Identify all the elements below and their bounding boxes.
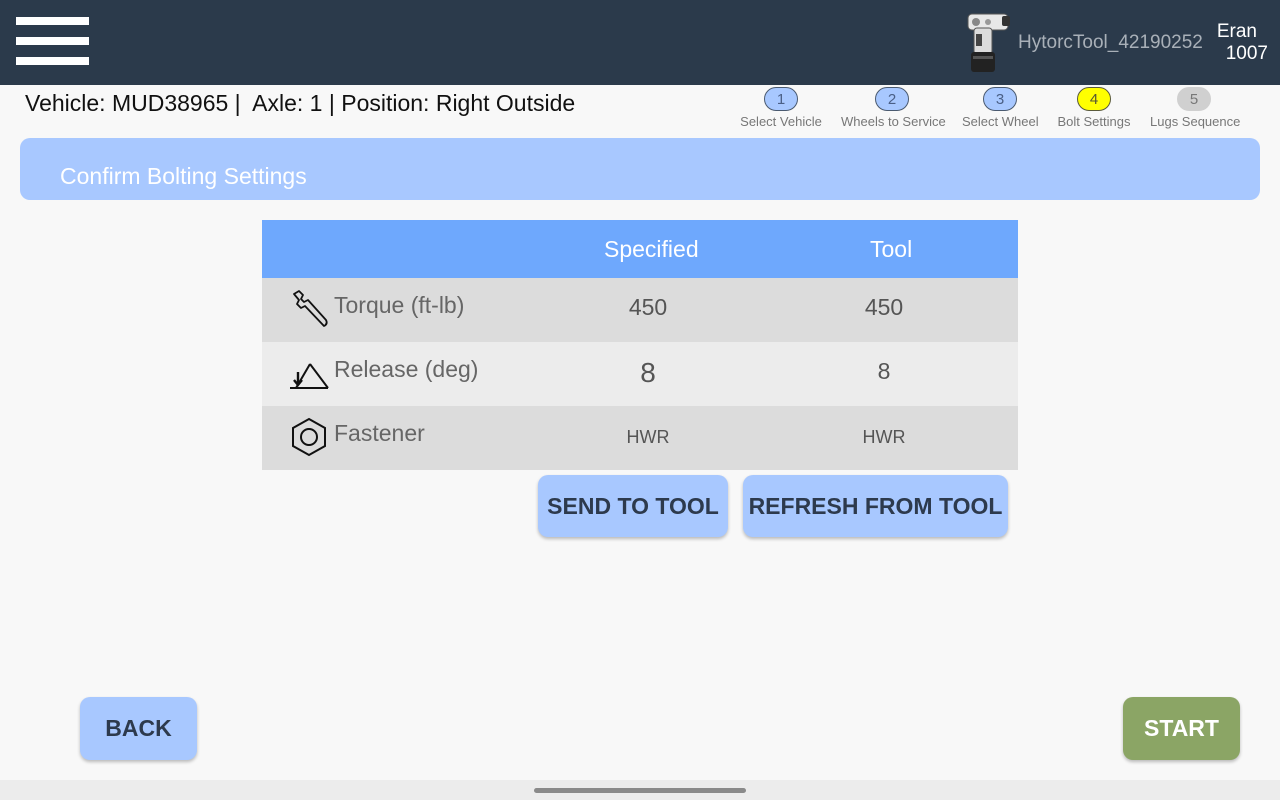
step-wheels-to-service[interactable]: 2 Wheels to Service	[841, 87, 946, 129]
user-info: Eran 1007	[1217, 21, 1268, 65]
section-title: Confirm Bolting Settings	[60, 163, 307, 189]
release-angle-icon	[290, 363, 329, 389]
top-app-bar: HytorcTool_42190252 Eran 1007	[0, 0, 1280, 85]
torque-tool-icon	[967, 13, 1010, 72]
step-number: 1	[764, 87, 798, 111]
step-lugs-sequence[interactable]: 5 Lugs Sequence	[1150, 87, 1241, 129]
column-header-specified: Specified	[604, 236, 699, 262]
step-number: 5	[1177, 87, 1211, 111]
step-select-wheel[interactable]: 3 Select Wheel	[962, 87, 1039, 129]
user-name: Eran	[1216, 21, 1257, 42]
column-header-tool: Tool	[870, 236, 913, 262]
tool-value: 8	[877, 358, 891, 384]
step-number: 3	[983, 87, 1017, 111]
send-to-tool-button[interactable]: SEND TO TOOL	[538, 475, 728, 537]
tool-value: HWR	[862, 427, 906, 447]
refresh-from-tool-button[interactable]: REFRESH FROM TOOL	[743, 475, 1008, 537]
row-label: Torque (ft-lb)	[334, 292, 465, 318]
progress-steps: 1 Select Vehicle 2 Wheels to Service 3 S…	[0, 87, 1280, 133]
step-label: Lugs Sequence	[1150, 114, 1241, 129]
section-banner: Confirm Bolting Settings	[20, 138, 1260, 200]
step-select-vehicle[interactable]: 1 Select Vehicle	[740, 87, 822, 129]
specified-value: 450	[628, 294, 668, 320]
step-number: 4	[1077, 87, 1111, 111]
row-label: Release (deg)	[334, 356, 479, 382]
table-row-fastener: Fastener HWR HWR	[262, 406, 1018, 470]
table-header: Specified Tool	[262, 220, 1018, 278]
row-label: Fastener	[334, 420, 425, 446]
specified-value: 8	[640, 357, 656, 388]
menu-icon[interactable]	[16, 17, 90, 65]
user-id: 1007	[1225, 43, 1268, 64]
specified-value: HWR	[626, 427, 670, 447]
step-bolt-settings[interactable]: 4 Bolt Settings	[1057, 87, 1131, 129]
system-nav-bar	[0, 780, 1280, 800]
step-number: 2	[875, 87, 909, 111]
step-label: Bolt Settings	[1057, 114, 1131, 129]
back-button[interactable]: BACK	[80, 697, 197, 760]
start-button[interactable]: START	[1123, 697, 1240, 760]
home-gesture-handle[interactable]	[534, 788, 746, 793]
bolt-settings-table: Specified Tool Torque (ft-lb) 450 450 Re…	[262, 220, 1018, 470]
hex-nut-icon	[292, 417, 326, 457]
step-label: Select Vehicle	[740, 114, 822, 129]
wrench-icon	[293, 290, 328, 327]
table-row-release: Release (deg) 8 8	[262, 342, 1018, 406]
step-label: Select Wheel	[962, 114, 1039, 129]
table-row-torque: Torque (ft-lb) 450 450	[262, 278, 1018, 342]
step-label: Wheels to Service	[841, 114, 946, 129]
tool-name: HytorcTool_42190252	[1018, 32, 1203, 53]
tool-value: 450	[864, 294, 904, 320]
